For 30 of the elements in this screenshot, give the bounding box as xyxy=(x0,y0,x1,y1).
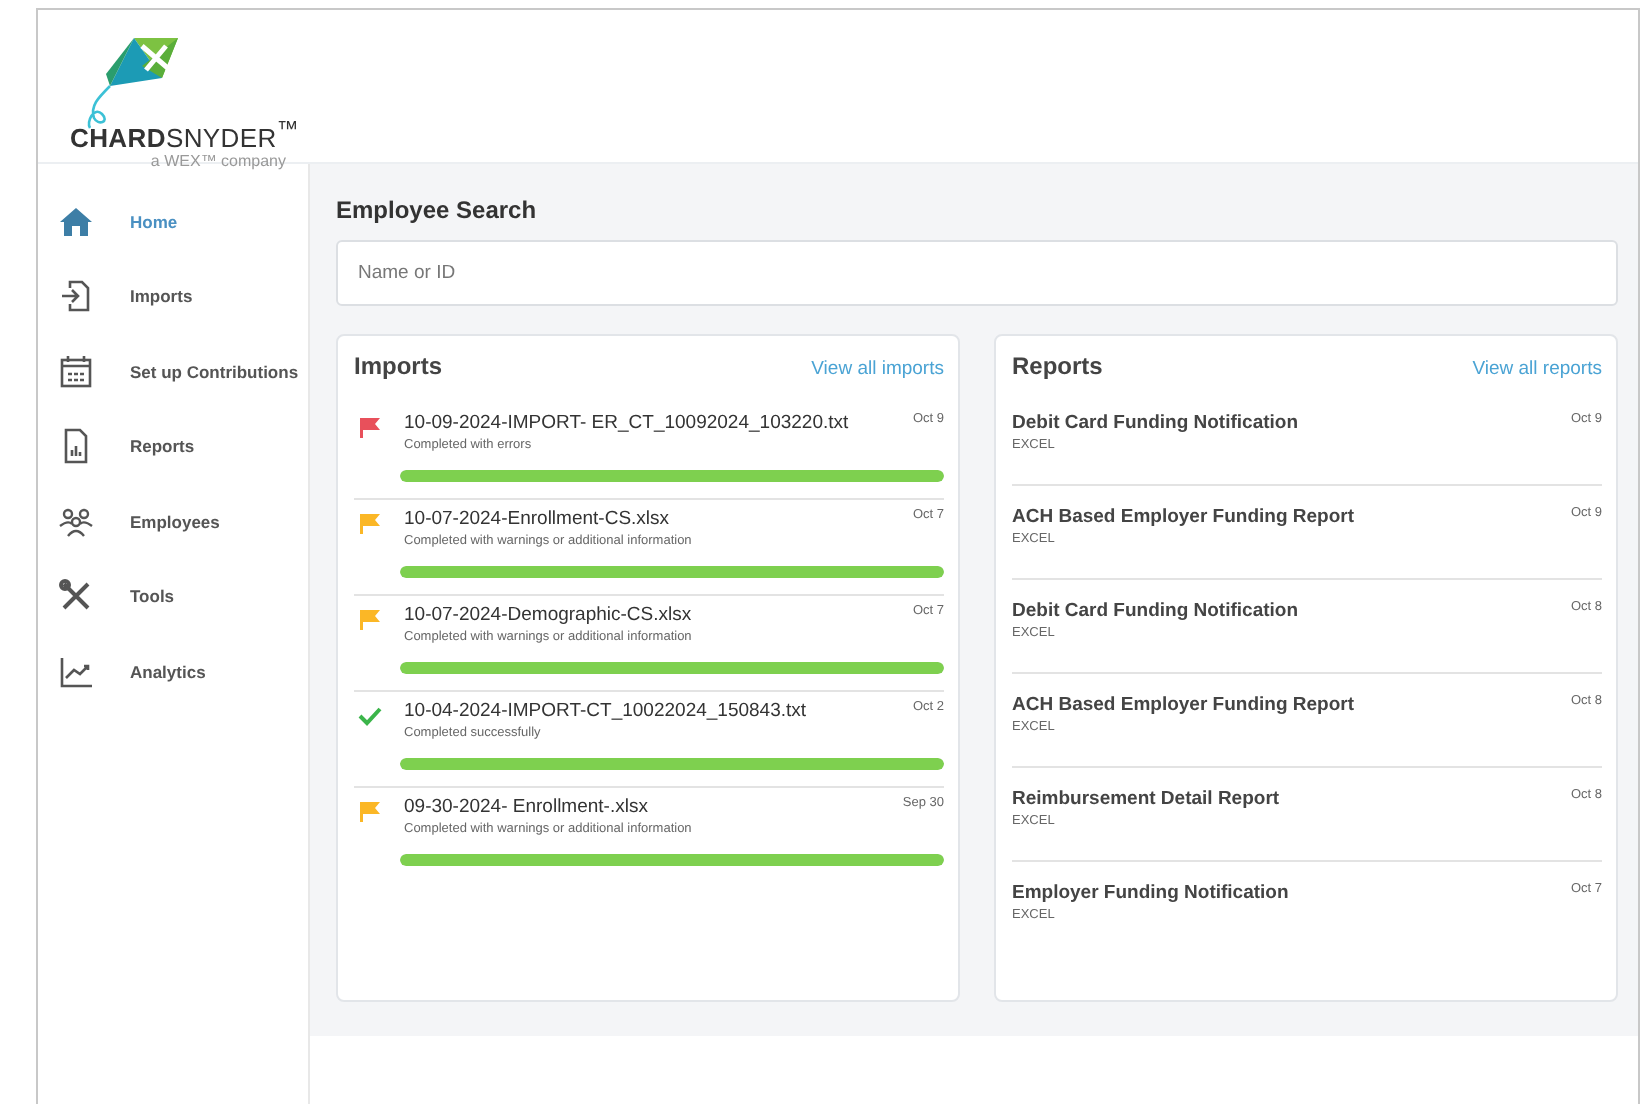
report-name: Employer Funding Notification xyxy=(1012,882,1291,904)
card-title: Reports xyxy=(1012,352,1103,380)
calendar-icon xyxy=(58,353,94,390)
import-file-name: 10-07-2024-Enrollment-CS.xlsx xyxy=(404,508,672,530)
import-file-name: 10-04-2024-IMPORT-CT_10022024_150843.txt xyxy=(404,700,809,722)
sidebar-item[interactable]: Reports xyxy=(38,409,308,484)
import-file-name: 10-07-2024-Demographic-CS.xlsx xyxy=(404,604,694,626)
report-name: Reimbursement Detail Report xyxy=(1012,788,1282,810)
section-title: Employee Search xyxy=(336,196,539,224)
sidebar-item[interactable]: Set up Contributions xyxy=(38,334,308,409)
people-icon xyxy=(58,503,94,540)
report-name: Debit Card Funding Notification xyxy=(1012,600,1301,622)
sidebar-item[interactable]: Imports xyxy=(38,259,308,334)
search-field[interactable]: Name or ID xyxy=(336,240,1618,306)
sidebar-item[interactable]: Employees xyxy=(38,484,308,559)
logo-tagline: a WEX™ company xyxy=(150,152,286,171)
home-icon xyxy=(58,203,94,240)
tools-icon xyxy=(58,578,94,615)
import-icon xyxy=(58,278,94,315)
kite-logo-icon xyxy=(82,34,182,130)
card-title: Imports xyxy=(354,352,443,380)
import-file-name: 09-30-2024- Enrollment-.xlsx xyxy=(404,796,650,818)
report-name: ACH Based Employer Funding Report xyxy=(1012,694,1357,716)
report-name: Debit Card Funding Notification xyxy=(1012,412,1301,434)
chart-icon xyxy=(58,653,94,690)
sidebar-item[interactable]: Analytics xyxy=(38,634,308,709)
report-name: ACH Based Employer Funding Report xyxy=(1012,506,1357,528)
import-file-name: 10-09-2024-IMPORT- ER_CT_10092024_103220.txt xyxy=(404,412,851,434)
logo-wordmark: CHARDSNYDER$^{™}$ xyxy=(70,118,294,153)
sidebar-item[interactable]: Tools xyxy=(38,559,308,634)
